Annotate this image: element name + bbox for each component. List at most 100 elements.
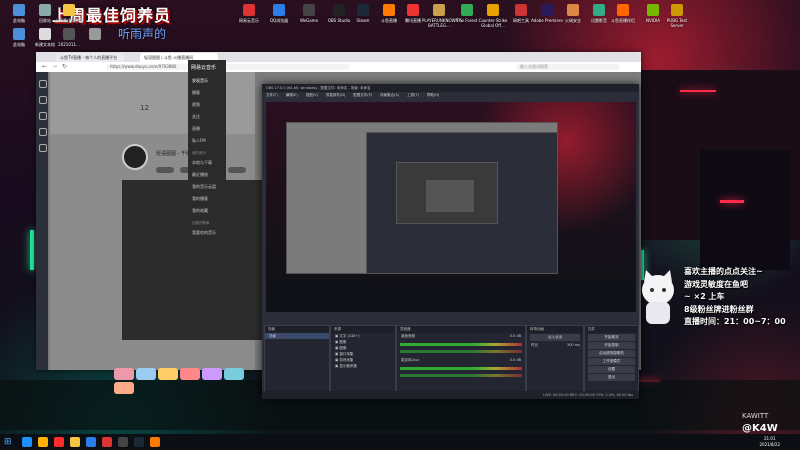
music-my-item[interactable]: 我的音乐云盘 (188, 181, 226, 193)
volume-slider[interactable] (400, 374, 522, 377)
mixer-dock: 混音器 桌面音频 0.0 dB 麦克风/Aux 0.0 dB (396, 325, 526, 393)
sidebar-icon[interactable] (39, 144, 47, 152)
gift-icon[interactable] (114, 382, 134, 394)
sidebar-icon[interactable] (39, 112, 47, 120)
obs-control-button[interactable]: 工作室模式 (588, 358, 635, 365)
gift-icon[interactable] (114, 368, 134, 380)
duration-input[interactable]: 300 ms (567, 342, 580, 348)
clock-date: 2021/8/22 (759, 442, 780, 447)
overlay-line: 游戏灵敏度在鱼吧 (684, 279, 748, 289)
gift-icon[interactable] (136, 368, 156, 380)
desktop-icon[interactable] (78, 28, 112, 42)
obs-menu-item[interactable]: 场景集合(S) (380, 93, 399, 97)
desktop-icon[interactable]: 上周最佳饲养员 (52, 4, 86, 23)
obs-menu-item[interactable]: 文件(F) (266, 93, 278, 97)
back-icon[interactable]: ← (42, 63, 47, 70)
music-nav-item[interactable]: 播客 (188, 87, 226, 99)
obs-statusbar: LIVE: 00:00:00 REC: 00:00:00 CPU: 2.4%, … (262, 391, 639, 399)
desktop-icon[interactable]: 斗鱼直播伴侣 (606, 4, 640, 23)
app-icon (39, 4, 51, 16)
taskbar-app-icon[interactable] (86, 437, 96, 447)
app-icon (647, 4, 659, 16)
app-icon (13, 4, 25, 16)
taskbar-app-icon[interactable] (102, 437, 112, 447)
obs-menu-item[interactable]: 配置文件(P) (353, 93, 372, 97)
forward-icon[interactable]: → (52, 63, 57, 70)
browser-search-input[interactable]: 输入关键词搜索 (516, 64, 620, 70)
taskbar-clock[interactable]: 21:01 2021/8/22 (759, 436, 780, 448)
obs-control-button[interactable]: 设置 (588, 366, 635, 373)
obs-control-button[interactable]: 开始推流 (588, 334, 635, 341)
windows-start-icon[interactable]: ⊞ (4, 437, 12, 447)
volume-slider[interactable] (400, 350, 522, 353)
music-nav-item[interactable]: 关注 (188, 111, 226, 123)
source-item[interactable]: ▣ 显示器采集 (331, 363, 395, 369)
streamer-avatar[interactable] (122, 144, 148, 170)
sidebar-icon[interactable] (39, 128, 47, 136)
obs-control-button[interactable]: 启动虚拟摄像机 (588, 350, 635, 357)
obs-control-button[interactable]: 开始录制 (588, 342, 635, 349)
mixer-channel: 桌面音频 0.0 dB (397, 333, 525, 353)
desktop-icon-label: WeGame (299, 18, 319, 23)
desktop-icon[interactable]: QQ浏览器 (262, 4, 296, 23)
volume-meter[interactable] (400, 343, 522, 346)
scene-item[interactable]: 场景 (265, 333, 329, 339)
music-nav-item[interactable]: 直播 (188, 123, 226, 135)
scenes-dock: 场景 场景 (264, 325, 330, 393)
app-icon (515, 4, 527, 16)
desktop-icon[interactable]: 网易云音乐 (232, 4, 266, 23)
desktop-icon-label: 2021011... (58, 42, 80, 47)
app-icon (567, 4, 579, 16)
obs-preview[interactable] (266, 102, 636, 312)
music-my-item[interactable]: 我的收藏 (188, 205, 226, 217)
desktop-icon-label: 斗鱼直播伴侣 (611, 18, 635, 23)
sidebar-icon[interactable] (39, 96, 47, 104)
browser-tabbar: 斗鱼TV直播 - 每个人的直播平台 轻语图图 | 斗鱼 火爆直播间 (36, 52, 641, 62)
obs-menu-item[interactable]: 工具(T) (407, 93, 419, 97)
browser-tab[interactable]: 斗鱼TV直播 - 每个人的直播平台 (56, 53, 124, 62)
refresh-icon[interactable]: ↻ (62, 63, 67, 70)
taskbar-app-icon[interactable] (70, 437, 80, 447)
music-my-item[interactable]: 我的播客 (188, 193, 226, 205)
address-bar[interactable]: https://www.douyu.com/9703880 (106, 64, 350, 70)
mascot-image (642, 270, 674, 324)
music-playlist[interactable]: 我喜欢的音乐 (188, 227, 226, 239)
sidebar-icon[interactable] (39, 80, 47, 88)
app-icon (243, 4, 255, 16)
music-my-item[interactable]: 最近播放 (188, 169, 226, 181)
transition-header: 转场动画 (527, 326, 583, 333)
app-icon (303, 4, 315, 16)
desktop-icon[interactable]: PUBG Test Server (660, 4, 694, 28)
taskbar-app-icon[interactable] (118, 437, 128, 447)
gift-icon[interactable] (158, 368, 178, 380)
music-playlists-label: 创建的歌单 (192, 221, 210, 225)
taskbar-app-icon[interactable] (54, 437, 64, 447)
controls-header: 控件 (585, 326, 638, 333)
watermark-big: @K4W (742, 423, 778, 434)
follow-button[interactable] (156, 167, 174, 173)
volume-meter[interactable] (400, 367, 522, 370)
taskbar-app-icon[interactable] (22, 437, 32, 447)
app-icon (541, 4, 553, 16)
gift-icon[interactable] (202, 368, 222, 380)
gift-icon[interactable] (224, 368, 244, 380)
mixer-header: 混音器 (397, 326, 525, 333)
desktop-icon[interactable]: WeGame (292, 4, 326, 23)
transition-select[interactable]: 淡入淡出 (530, 334, 580, 341)
taskbar-app-icon[interactable] (134, 437, 144, 447)
taskbar-app-icon[interactable] (38, 437, 48, 447)
obs-menu-item[interactable]: 帮助(H) (427, 93, 439, 97)
app-icon (671, 4, 683, 16)
obs-menu-item[interactable]: 视图(V) (306, 93, 318, 97)
taskbar-app-icon[interactable] (150, 437, 160, 447)
gift-icon[interactable] (180, 368, 200, 380)
music-nav-item[interactable]: 私人FM (188, 135, 226, 147)
obs-control-button[interactable]: 退出 (588, 374, 635, 381)
obs-menu-item[interactable]: 编辑(E) (286, 93, 298, 97)
music-nav-item[interactable]: 视频 (188, 99, 226, 111)
obs-menu-item[interactable]: 停靠部件(D) (326, 93, 345, 97)
obs-titlebar: OBS 27.0.0 (64-bit, windows) - 配置文件: 未命名… (262, 84, 639, 92)
music-nav-item[interactable]: 发现音乐 (188, 75, 226, 87)
overlay-line: 8级粉丝牌进粉丝群 (684, 304, 754, 314)
music-my-item[interactable]: 本地与下载 (188, 157, 226, 169)
